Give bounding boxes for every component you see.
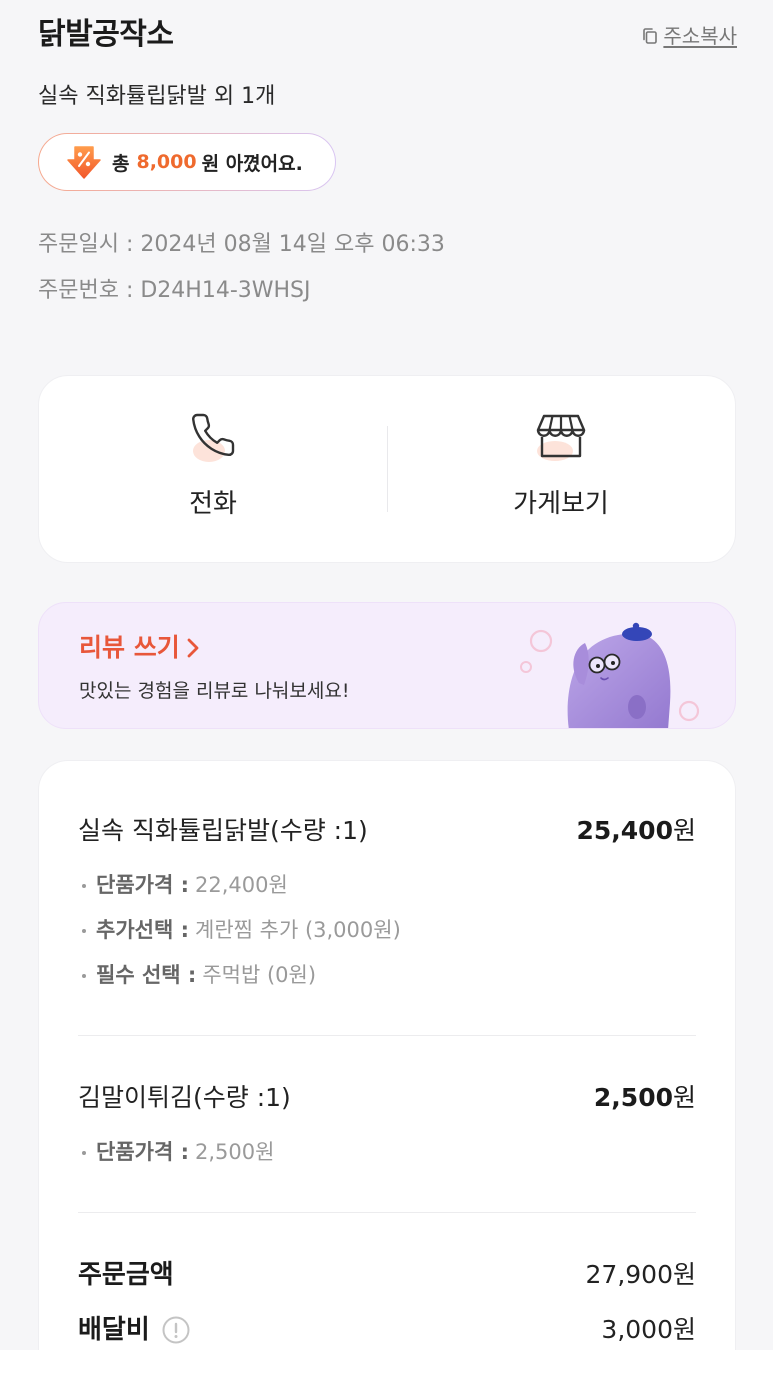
option-value: 22,400원: [195, 873, 288, 897]
actions-divider: [387, 426, 388, 512]
option-label: 추가선택 :: [96, 918, 189, 942]
divider: [78, 1212, 696, 1213]
order-totals: 주문금액 27,900원 배달비 3,000원: [78, 1255, 696, 1350]
review-title: 리뷰 쓰기: [79, 631, 200, 665]
item-price-value: 25,400: [576, 816, 673, 845]
order-detail-card: 실속 직화튤립닭발(수량 :1) 25,400원 단품가격 : 22,400원 …: [38, 760, 736, 1350]
item-option: 단품가격 : 22,400원: [78, 863, 696, 908]
order-amount-label: 주문금액: [78, 1260, 174, 1290]
delivery-fee-value: 3,000원: [601, 1315, 696, 1344]
order-item: 김말이튀김(수량 :1) 2,500원 단품가격 : 2,500원: [78, 1080, 696, 1175]
copy-icon: [641, 27, 659, 45]
info-icon[interactable]: [162, 1316, 190, 1344]
actions-card: 전화 가게보기: [38, 375, 736, 563]
mascot-character-icon: [520, 622, 700, 728]
item-option: 필수 선택 : 주먹밥 (0원): [78, 953, 696, 998]
item-price-value: 2,500: [593, 1083, 673, 1112]
item-price: 25,400원: [577, 813, 697, 849]
view-store-button[interactable]: 가게보기: [387, 376, 735, 562]
discount-arrow-icon: [66, 144, 102, 180]
order-info: 주문일시 : 2024년 08월 14일 오후 06:33 주문번호 : D24…: [38, 222, 445, 314]
bullet-dot: [82, 928, 86, 933]
delivery-fee-label-group: 배달비: [78, 1310, 190, 1350]
item-price-unit: 원: [672, 816, 696, 845]
delivery-fee-label: 배달비: [78, 1315, 150, 1345]
option-label: 단품가격 :: [96, 873, 189, 897]
option-value: 주먹밥 (0원): [202, 963, 317, 987]
bullet-dot: [82, 1150, 86, 1155]
copy-address-label: 주소복사: [663, 24, 737, 48]
option-value: 계란찜 추가 (3,000원): [195, 918, 401, 942]
call-label: 전화: [189, 489, 237, 519]
bottom-strip: [0, 1350, 773, 1379]
write-review-banner[interactable]: 리뷰 쓰기 맛있는 경험을 리뷰로 나눠보세요!: [38, 602, 736, 729]
store-name: 닭발공작소: [38, 17, 174, 52]
item-options: 단품가격 : 2,500원: [78, 1130, 696, 1175]
option-label: 필수 선택 :: [96, 963, 197, 987]
order-amount-row: 주문금액 27,900원: [78, 1255, 696, 1295]
order-item: 실속 직화튤립닭발(수량 :1) 25,400원 단품가격 : 22,400원 …: [78, 813, 696, 998]
item-options: 단품가격 : 22,400원 추가선택 : 계란찜 추가 (3,000원) 필수…: [78, 863, 696, 998]
bullet-dot: [82, 883, 86, 888]
order-number: 주문번호 : D24H14-3WHSJ: [38, 278, 311, 303]
option-value: 2,500원: [195, 1140, 275, 1164]
bullet-dot: [82, 973, 86, 978]
review-title-text: 리뷰 쓰기: [79, 633, 180, 662]
item-option: 추가선택 : 계란찜 추가 (3,000원): [78, 908, 696, 953]
call-button[interactable]: 전화: [39, 376, 387, 562]
savings-badge: 총 8,000 원 아꼈어요.: [38, 133, 336, 191]
store-icon: [531, 406, 591, 466]
review-subtitle: 맛있는 경험을 리뷰로 나눠보세요!: [79, 680, 350, 702]
delivery-fee-row: 배달비 3,000원: [78, 1310, 696, 1350]
item-price: 2,500원: [594, 1080, 696, 1116]
savings-suffix: 원 아꼈어요.: [201, 152, 303, 175]
savings-amount: 8,000: [136, 151, 197, 173]
order-summary: 실속 직화튤립닭발 외 1개: [38, 84, 276, 109]
item-name: 김말이튀김(수량 :1): [78, 1083, 291, 1112]
chevron-right-icon: [186, 637, 200, 659]
item-option: 단품가격 : 2,500원: [78, 1130, 696, 1175]
savings-prefix: 총: [112, 152, 130, 175]
option-label: 단품가격 :: [96, 1140, 189, 1164]
item-row: 실속 직화튤립닭발(수량 :1) 25,400원: [78, 813, 696, 849]
item-row: 김말이튀김(수량 :1) 2,500원: [78, 1080, 696, 1116]
order-date: 주문일시 : 2024년 08월 14일 오후 06:33: [38, 232, 445, 257]
view-store-label: 가게보기: [513, 489, 609, 519]
order-amount-value: 27,900원: [585, 1260, 696, 1289]
divider: [78, 1035, 696, 1036]
item-name: 실속 직화튤립닭발(수량 :1): [78, 816, 368, 845]
phone-icon: [183, 406, 243, 466]
item-price-unit: 원: [672, 1083, 696, 1112]
copy-address-button[interactable]: 주소복사: [641, 22, 737, 50]
